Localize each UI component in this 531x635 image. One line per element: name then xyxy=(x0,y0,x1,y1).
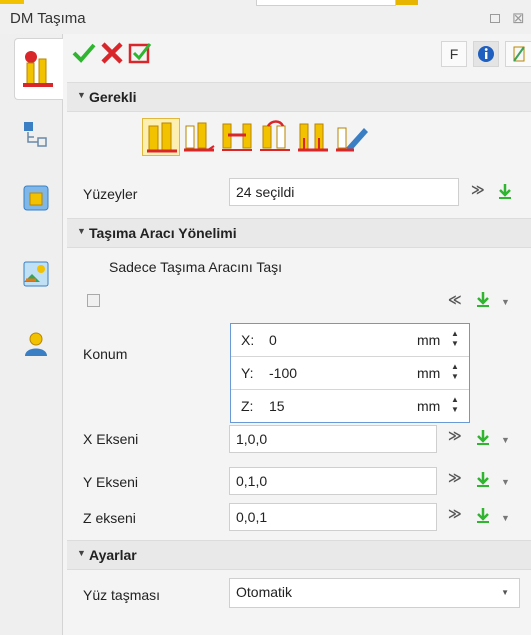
align-face-mode-icon xyxy=(222,123,252,151)
green-arrow-icon[interactable] xyxy=(475,471,491,487)
mode-button-1[interactable] xyxy=(142,118,180,156)
title-bar: DM Taşıma ⊠ xyxy=(0,6,531,34)
move-tool-only-label: Sadece Taşıma Aracını Taşı xyxy=(109,259,283,275)
x-spinner[interactable]: ▲ ▼ xyxy=(451,329,459,349)
cancel-icon xyxy=(101,42,123,64)
chevron-down-icon: ▼ xyxy=(501,588,509,597)
mode-button-2[interactable] xyxy=(180,118,218,156)
close-icon[interactable]: ⊠ xyxy=(512,9,525,27)
tab-user[interactable] xyxy=(12,330,52,374)
x-axis-label: X Ekseni xyxy=(83,431,139,447)
main-panel: F ▼ Gerekli Yüzeyler 24 seçildi ≫ ▼ Taşı… xyxy=(63,34,531,635)
x-label: X: xyxy=(241,332,255,348)
distance-face-mode-icon xyxy=(298,123,328,152)
restore-icon[interactable] xyxy=(490,14,500,23)
chevron-double-down-icon[interactable]: ≫ xyxy=(448,506,462,522)
help-icon xyxy=(512,46,525,62)
y-axis-label: Y Ekseni xyxy=(83,474,138,490)
y-spinner[interactable]: ▲ ▼ xyxy=(451,362,459,382)
mode-button-6[interactable] xyxy=(332,118,370,156)
green-arrow-icon[interactable] xyxy=(475,507,491,523)
y-value[interactable]: -100 xyxy=(269,365,297,381)
move-face-mode-icon xyxy=(147,122,177,153)
user-icon xyxy=(25,332,47,356)
position-y-row[interactable]: Y: -100 mm ▲ ▼ xyxy=(231,357,469,390)
chevron-double-down-icon[interactable]: ≫ xyxy=(448,428,462,444)
x-value[interactable]: 0 xyxy=(269,332,277,348)
green-arrow-icon[interactable] xyxy=(497,183,513,199)
y-axis-field[interactable]: 0,1,0 xyxy=(229,467,437,495)
section-orientation-label: Taşıma Aracı Yönelimi xyxy=(89,225,237,241)
z-label: Z: xyxy=(241,398,254,414)
mode-button-5[interactable] xyxy=(294,118,332,156)
position-xyz-field: X: 0 mm ▲ ▼ Y: -100 mm ▲ ▼ Z: 15 mm ▲ ▼ xyxy=(230,323,470,423)
dropdown-arrow-icon[interactable]: ▼ xyxy=(501,435,510,445)
green-arrow-icon[interactable] xyxy=(475,291,491,307)
section-settings-header[interactable]: ▼ Ayarlar xyxy=(67,540,531,570)
tab-object[interactable] xyxy=(12,184,52,228)
tool-face-mode-icon xyxy=(336,127,368,152)
mode-button-3[interactable] xyxy=(218,118,256,156)
check-icon xyxy=(72,43,96,63)
section-orientation-header[interactable]: ▼ Taşıma Aracı Yönelimi xyxy=(67,218,531,248)
dropdown-arrow-icon[interactable]: ▼ xyxy=(501,513,510,523)
z-spinner[interactable]: ▲ ▼ xyxy=(451,395,459,415)
section-required-header[interactable]: ▼ Gerekli xyxy=(67,82,531,112)
z-unit: mm xyxy=(417,398,441,414)
apply-button[interactable] xyxy=(127,40,153,66)
top-strip-icon xyxy=(396,0,418,5)
tab-hierarchy[interactable] xyxy=(12,120,52,164)
position-z-row[interactable]: Z: 15 mm ▲ ▼ xyxy=(231,390,469,423)
filter-button[interactable]: F xyxy=(441,41,467,67)
collapse-arrow-icon: ▼ xyxy=(77,226,86,236)
image-icon xyxy=(23,261,49,287)
apply-icon xyxy=(128,43,152,64)
info-icon xyxy=(478,46,494,62)
tab-image[interactable] xyxy=(12,260,52,304)
face-overflow-label: Yüz taşması xyxy=(83,587,161,603)
y-label: Y: xyxy=(241,365,254,381)
cancel-button[interactable] xyxy=(99,40,125,66)
face-overflow-select[interactable]: Otomatik ▼ xyxy=(229,578,520,608)
help-button[interactable] xyxy=(505,41,531,67)
x-unit: mm xyxy=(417,332,441,348)
position-label: Konum xyxy=(83,346,128,362)
top-strip-accent xyxy=(0,0,24,4)
hierarchy-icon xyxy=(24,122,47,147)
collapse-arrow-icon: ▼ xyxy=(77,90,86,100)
move-tool-only-checkbox[interactable] xyxy=(87,294,100,307)
z-value[interactable]: 15 xyxy=(269,398,285,414)
rotate-face-mode-icon xyxy=(260,120,290,151)
ok-button[interactable] xyxy=(71,40,97,66)
window-title: DM Taşıma xyxy=(10,10,86,27)
offset-face-mode-icon xyxy=(184,122,215,152)
z-axis-label: Z ekseni xyxy=(83,510,136,526)
object-icon xyxy=(23,185,49,211)
collapse-arrow-icon: ▼ xyxy=(77,548,86,558)
side-tabs xyxy=(0,34,63,635)
section-required-label: Gerekli xyxy=(89,89,137,105)
tab-move-face[interactable] xyxy=(14,38,63,100)
move-face-tab-icon xyxy=(23,51,53,87)
surfaces-field[interactable]: 24 seçildi xyxy=(229,178,459,206)
position-x-row[interactable]: X: 0 mm ▲ ▼ xyxy=(231,324,469,357)
z-axis-field[interactable]: 0,0,1 xyxy=(229,503,437,531)
y-unit: mm xyxy=(417,365,441,381)
face-overflow-value: Otomatik xyxy=(236,584,293,600)
chevron-double-down-icon[interactable]: ≫ xyxy=(471,182,485,198)
surfaces-label: Yüzeyler xyxy=(83,186,138,202)
mode-button-4[interactable] xyxy=(256,118,294,156)
green-arrow-icon[interactable] xyxy=(475,429,491,445)
info-button[interactable] xyxy=(473,41,499,67)
chevron-double-down-icon[interactable]: ≫ xyxy=(448,470,462,486)
dropdown-arrow-icon[interactable]: ▼ xyxy=(501,477,510,487)
toolbar: F xyxy=(63,34,531,78)
chevron-double-up-icon[interactable]: ≪ xyxy=(448,292,462,308)
section-settings-label: Ayarlar xyxy=(89,547,137,563)
x-axis-field[interactable]: 1,0,0 xyxy=(229,425,437,453)
dropdown-arrow-icon[interactable]: ▼ xyxy=(501,297,510,307)
